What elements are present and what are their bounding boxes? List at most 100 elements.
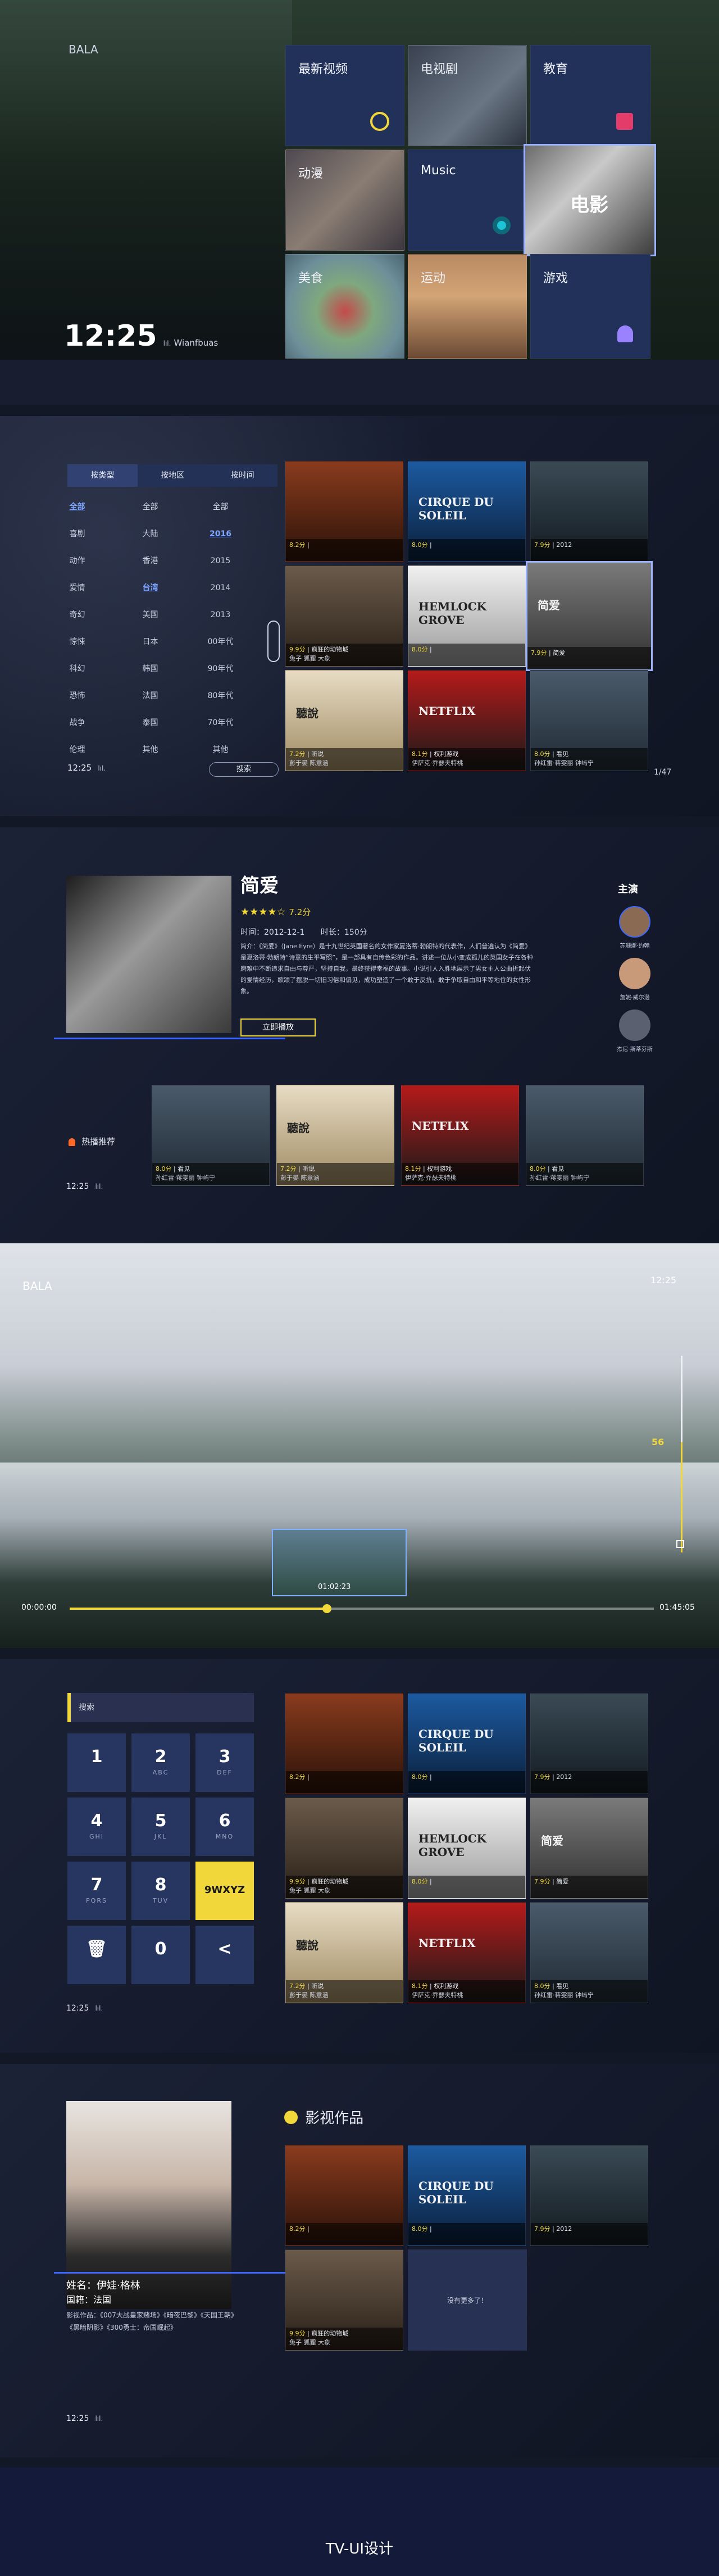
speaker-icon[interactable] <box>676 1540 684 1548</box>
tile-games[interactable]: 游戏 <box>530 254 650 359</box>
key-5[interactable]: 6 MNO <box>195 1798 254 1856</box>
movie-poster[interactable]: NETFLIX 8.1分 | 权利游戏 伊萨克·乔瑟夫特桃 <box>408 670 526 771</box>
search-input[interactable]: 搜索 <box>67 1693 254 1722</box>
movie-poster[interactable]: 9.9分 | 疯狂的动物城 兔子 狐狸 大象 <box>285 565 403 667</box>
sidebar-year-1[interactable]: 2016 <box>194 520 247 547</box>
tile-sports[interactable]: 运动 <box>408 254 527 359</box>
key-3[interactable]: 4 GHI <box>67 1798 126 1856</box>
movie-poster[interactable]: 8.2分 | <box>285 461 403 562</box>
poster-meta: | <box>307 1773 310 1781</box>
movie-poster[interactable]: 7.9分 | 2012 <box>530 1693 648 1794</box>
filter-clock: 12:25 lıl. <box>67 762 106 773</box>
tile-anime[interactable]: 动漫 <box>285 150 404 251</box>
movie-poster[interactable]: 9.9分 | 疯狂的动物城 兔子 狐狸 大象 <box>285 2249 403 2351</box>
sidebar-year-6[interactable]: 90年代 <box>194 655 247 682</box>
play-now-button[interactable]: 立即播放 <box>240 1018 316 1036</box>
tab-region[interactable]: 按地区 <box>138 464 208 487</box>
sidebar-type-0[interactable]: 全部 <box>51 494 104 520</box>
sidebar-region-4[interactable]: 美国 <box>124 601 177 628</box>
tab-type[interactable]: 按类型 <box>67 464 138 487</box>
sidebar-year-3[interactable]: 2014 <box>194 574 247 601</box>
sidebar-year-7[interactable]: 80年代 <box>194 682 247 709</box>
key-1[interactable]: 2 ABC <box>131 1733 190 1792</box>
tile-tv[interactable]: 电视剧 <box>408 45 527 146</box>
movie-poster[interactable]: 8.2分 | <box>285 2145 403 2246</box>
movie-poster[interactable]: 8.0分 | 看见 孙红雷·蒋雯丽 钟屿宁 <box>526 1085 644 1186</box>
key-11[interactable]: < <box>195 1926 254 1984</box>
sidebar-year-2[interactable]: 2015 <box>194 547 247 574</box>
sidebar-region-5[interactable]: 日本 <box>124 628 177 655</box>
movie-poster[interactable]: 聽說 7.2分 | 听说 彭于晏 陈意涵 <box>285 670 403 771</box>
sidebar-region-3[interactable]: 台湾 <box>124 574 177 601</box>
poster-score: 8.0分 <box>156 1165 172 1172</box>
sidebar-year-4[interactable]: 2013 <box>194 601 247 628</box>
sidebar-type-3[interactable]: 爱情 <box>51 574 104 601</box>
movie-poster[interactable]: 简爱 7.9分 | 简爱 <box>526 561 653 671</box>
poster-meta: | 权利游戏 <box>423 1165 452 1172</box>
movie-poster[interactable]: HEMLOCK GROVE 8.0分 | <box>408 1798 526 1899</box>
movie-poster[interactable]: NETFLIX 8.1分 | 权利游戏 伊萨克·乔瑟夫特桃 <box>408 1902 526 2003</box>
sidebar-region-8[interactable]: 泰国 <box>124 709 177 736</box>
movie-poster[interactable]: 8.2分 | <box>285 1693 403 1794</box>
sidebar-region-0[interactable]: 全部 <box>124 494 177 520</box>
key-7[interactable]: 8 TUV <box>131 1862 190 1920</box>
sidebar-year-8[interactable]: 70年代 <box>194 709 247 736</box>
sidebar-type-9[interactable]: 伦理 <box>51 736 104 763</box>
no-more-text: 没有更多了！ <box>447 2296 488 2305</box>
sidebar-region-9[interactable]: 其他 <box>124 736 177 763</box>
tab-time[interactable]: 按时间 <box>207 464 277 487</box>
movie-poster[interactable]: 7.9分 | 2012 <box>530 461 648 562</box>
sidebar-year-9[interactable]: 其他 <box>194 736 247 763</box>
key-0[interactable]: 1 <box>67 1733 126 1792</box>
actor-works: 影视作品：《007大战皇家赌场》《暗夜巴黎》《天国王朝》《黑暗阴影》《300勇士… <box>66 2311 234 2331</box>
movie-poster[interactable]: 8.0分 | 看见 孙红雷·蒋雯丽 钟屿宁 <box>530 1902 648 2003</box>
movie-poster[interactable]: CIRQUE DU SOLEIL 8.0分 | <box>408 1693 526 1794</box>
movie-poster[interactable]: 简爱 7.9分 | 简爱 <box>530 1798 648 1899</box>
poster-cast: 伊萨克·乔瑟夫特桃 <box>412 759 463 767</box>
tile-food[interactable]: 美食 <box>285 254 404 359</box>
tile-movie[interactable]: 电影 <box>524 144 656 256</box>
sidebar-region-7[interactable]: 法国 <box>124 682 177 709</box>
poster-score: 8.0分 <box>412 541 428 549</box>
key-10[interactable]: 0 <box>131 1926 190 1984</box>
sidebar-type-2[interactable]: 动作 <box>51 547 104 574</box>
sidebar-type-4[interactable]: 奇幻 <box>51 601 104 628</box>
movie-poster[interactable]: 8.0分 | 看见 孙红雷·蒋雯丽 钟屿宁 <box>530 670 648 771</box>
key-2[interactable]: 3 DEF <box>195 1733 254 1792</box>
sidebar-type-8[interactable]: 战争 <box>51 709 104 736</box>
sidebar-type-6[interactable]: 科幻 <box>51 655 104 682</box>
sidebar-year-5[interactable]: 00年代 <box>194 628 247 655</box>
movie-poster[interactable]: 9.9分 | 疯狂的动物城 兔子 狐狸 大象 <box>285 1798 403 1899</box>
movie-poster[interactable]: 聽說 7.2分 | 听说 彭于晏 陈意涵 <box>285 1902 403 2003</box>
movie-poster[interactable]: 8.0分 | 看见 孙红雷·蒋雯丽 钟屿宁 <box>152 1085 270 1186</box>
movie-poster[interactable]: CIRQUE DU SOLEIL 8.0分 | <box>408 461 526 562</box>
key-4[interactable]: 5 JKL <box>131 1798 190 1856</box>
tile-music[interactable]: Music <box>408 150 527 251</box>
tile-education[interactable]: 教育 <box>530 45 650 146</box>
key-6[interactable]: 7 PQRS <box>67 1862 126 1920</box>
key-8[interactable]: 9WXYZ <box>195 1862 254 1920</box>
sidebar-year-0[interactable]: 全部 <box>194 494 247 520</box>
movie-poster[interactable]: HEMLOCK GROVE 8.0分 | <box>408 565 526 667</box>
cast-member[interactable]: 苏珊娜·约翰 <box>607 906 663 958</box>
sidebar-region-6[interactable]: 韩国 <box>124 655 177 682</box>
movie-poster[interactable]: 聽說 7.2分 | 听说 彭于晏 陈意涵 <box>276 1085 394 1186</box>
progress-knob[interactable] <box>322 1604 331 1613</box>
poster-title-art: HEMLOCK GROVE <box>418 1832 487 1859</box>
movie-poster[interactable]: 7.9分 | 2012 <box>530 2145 648 2246</box>
cast-member[interactable]: 杰尼·斯蒂芬斯 <box>607 1009 663 1061</box>
sidebar-type-5[interactable]: 惊悚 <box>51 628 104 655</box>
movie-poster[interactable]: CIRQUE DU SOLEIL 8.0分 | <box>408 2145 526 2246</box>
key-9[interactable]: 🗑 <box>67 1926 126 1984</box>
sidebar-type-7[interactable]: 恐怖 <box>51 682 104 709</box>
cast-member[interactable]: 詹妮·威尔逊 <box>607 958 663 1009</box>
movie-poster[interactable]: NETFLIX 8.1分 | 权利游戏 伊萨克·乔瑟夫特桃 <box>401 1085 519 1186</box>
filter-search-button[interactable]: 搜索 <box>209 762 279 777</box>
poster-score: 8.1分 <box>412 750 428 758</box>
scroll-handle[interactable] <box>267 621 280 662</box>
sidebar-type-1[interactable]: 喜剧 <box>51 520 104 547</box>
sidebar-region-2[interactable]: 香港 <box>124 547 177 574</box>
tile-latest[interactable]: 最新视频 <box>285 45 404 146</box>
sidebar-region-1[interactable]: 大陆 <box>124 520 177 547</box>
poster-cast: 孙红雷·蒋雯丽 钟屿宁 <box>156 1174 215 1181</box>
